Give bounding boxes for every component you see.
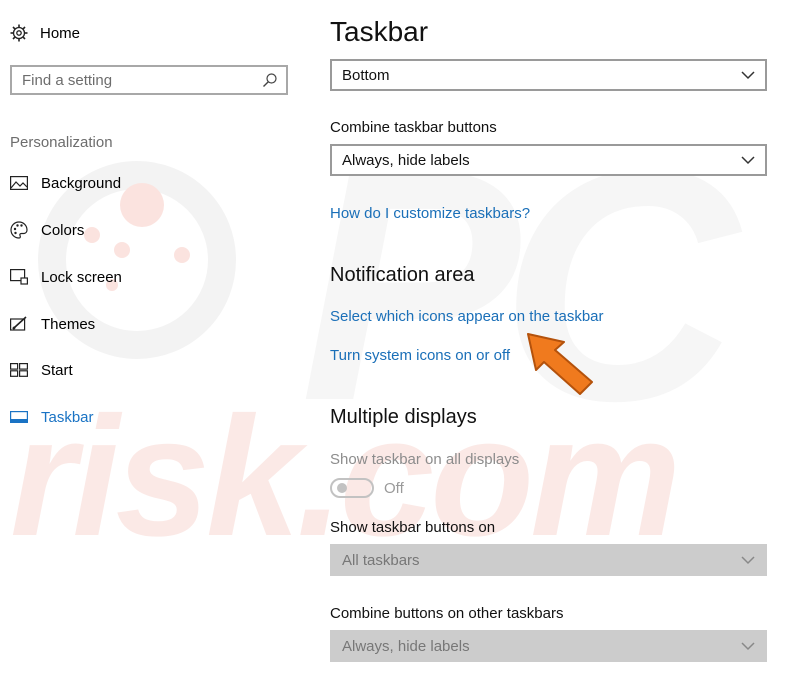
sidebar-item-label: Lock screen — [41, 268, 122, 286]
multiple-displays-heading: Multiple displays — [330, 406, 477, 428]
system-icons-link[interactable]: Turn system icons on or off — [330, 347, 510, 364]
chevron-down-icon — [741, 641, 755, 650]
picture-icon — [10, 174, 28, 192]
combine-other-taskbars-dropdown[interactable]: Always, hide labels — [330, 630, 767, 662]
combine-taskbar-buttons-dropdown[interactable]: Always, hide labels — [330, 144, 767, 176]
search-box[interactable] — [10, 65, 288, 95]
chevron-down-icon — [741, 155, 755, 164]
select-icons-link[interactable]: Select which icons appear on the taskbar — [330, 308, 604, 325]
dropdown-value: All taskbars — [342, 551, 420, 569]
customize-taskbars-link[interactable]: How do I customize taskbars? — [330, 205, 530, 222]
page-title: Taskbar — [330, 16, 429, 47]
home-nav-item[interactable]: Home — [10, 24, 80, 42]
toggle-switch[interactable] — [330, 478, 374, 498]
lock-screen-icon — [10, 268, 28, 286]
show-on-all-displays-label: Show taskbar on all displays — [330, 451, 520, 468]
sidebar-item-lock-screen[interactable]: Lock screen — [10, 265, 122, 289]
toggle-knob — [337, 483, 347, 493]
dropdown-value: Always, hide labels — [342, 151, 470, 169]
themes-icon — [10, 315, 28, 333]
dropdown-value: Always, hide labels — [342, 637, 470, 655]
combine-other-taskbars-label: Combine buttons on other taskbars — [330, 605, 564, 622]
toggle-state-label: Off — [384, 479, 404, 497]
notification-area-heading: Notification area — [330, 264, 475, 286]
sidebar-item-label: Background — [41, 174, 122, 192]
search-input[interactable] — [22, 71, 262, 89]
search-icon[interactable] — [262, 72, 278, 88]
gear-icon — [10, 24, 28, 42]
taskbar-icon — [10, 408, 28, 426]
start-icon — [10, 361, 28, 379]
sidebar-item-label: Start — [41, 361, 73, 379]
dropdown-value: Bottom — [342, 66, 390, 84]
home-label: Home — [40, 24, 81, 42]
show-on-all-displays-toggle[interactable]: Off — [330, 478, 404, 498]
sidebar-item-start[interactable]: Start — [10, 358, 73, 382]
sidebar-item-themes[interactable]: Themes — [10, 312, 95, 336]
show-buttons-on-dropdown[interactable]: All taskbars — [330, 544, 767, 576]
sidebar-item-label: Taskbar — [41, 408, 94, 426]
palette-icon — [10, 221, 28, 239]
sidebar-item-background[interactable]: Background — [10, 171, 121, 195]
pointer-arrow-icon — [527, 333, 593, 395]
chevron-down-icon — [741, 555, 755, 564]
chevron-down-icon — [741, 70, 755, 79]
sidebar-item-colors[interactable]: Colors — [10, 218, 84, 242]
show-buttons-on-label: Show taskbar buttons on — [330, 519, 496, 536]
sidebar-item-label: Themes — [41, 315, 96, 333]
combine-taskbar-buttons-label: Combine taskbar buttons — [330, 119, 497, 136]
sidebar-item-label: Colors — [41, 221, 85, 239]
taskbar-location-dropdown[interactable]: Bottom — [330, 59, 767, 91]
section-label-personalization: Personalization — [10, 134, 113, 151]
sidebar-item-taskbar[interactable]: Taskbar — [10, 405, 94, 429]
